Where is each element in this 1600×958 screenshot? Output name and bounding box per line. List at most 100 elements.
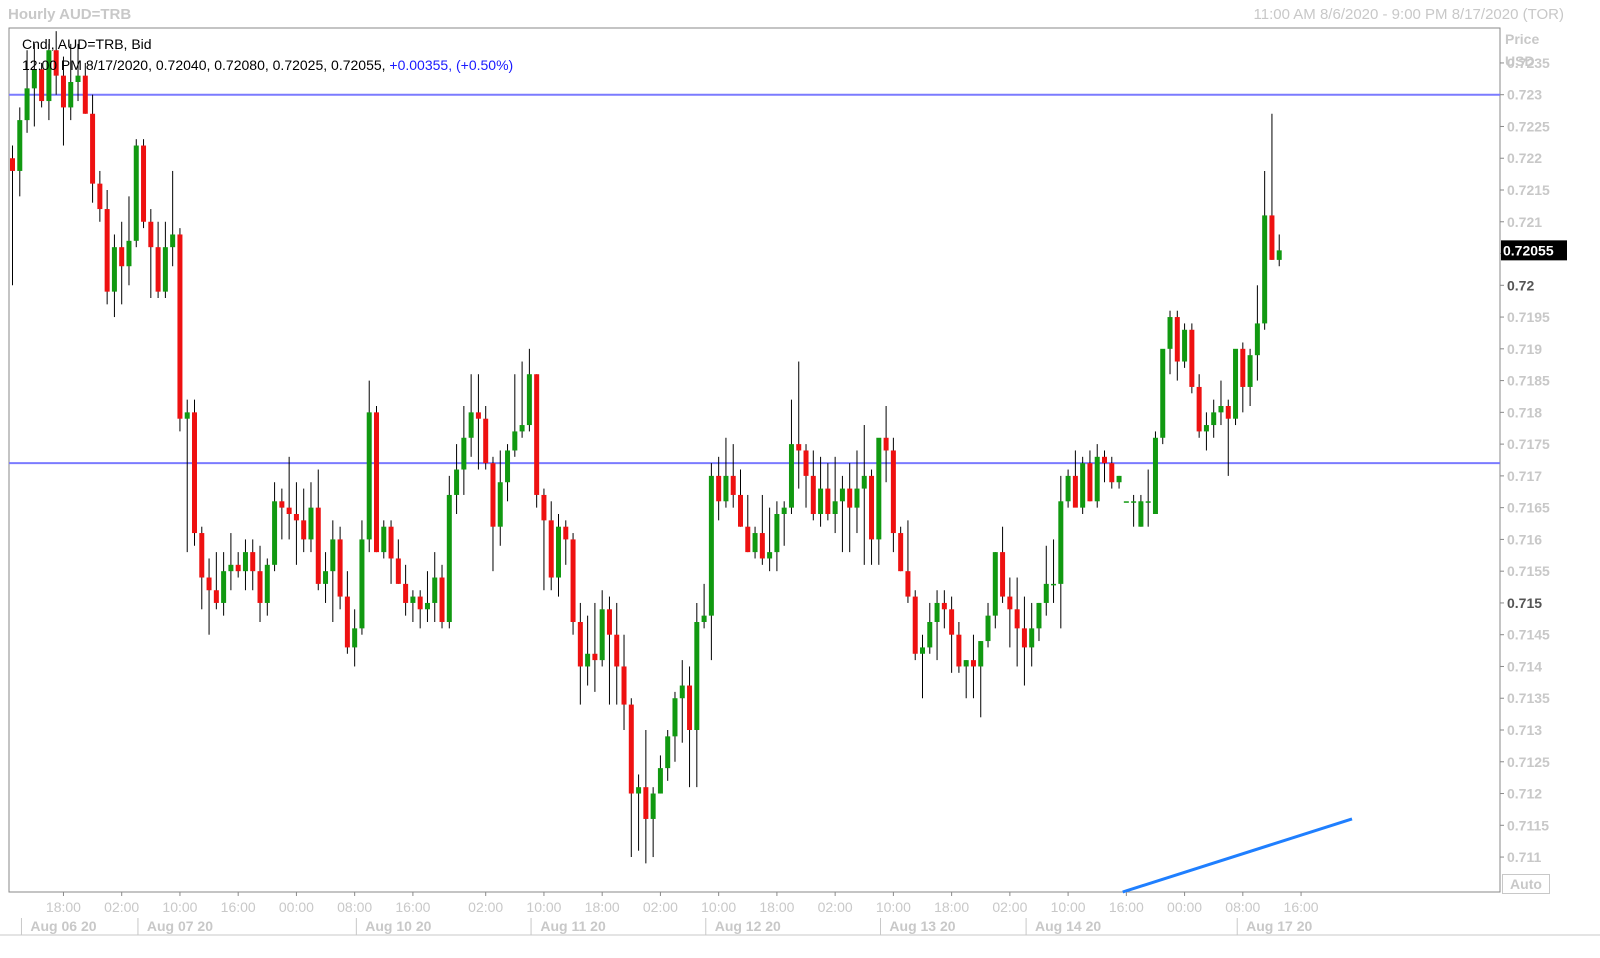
date-label: Aug 14 20: [1035, 918, 1101, 934]
candle-body-down: [344, 596, 350, 648]
candle-body-up: [985, 615, 991, 642]
candle-body-down: [628, 704, 634, 794]
price-tick-label: 0.7195: [1507, 309, 1550, 325]
candle-body-down: [803, 450, 809, 476]
time-tick-label: 08:00: [1225, 899, 1260, 915]
candle-body-down: [548, 520, 554, 578]
time-tick-label: 02:00: [643, 899, 678, 915]
candle-body-down: [403, 583, 409, 603]
price-tick-label: 0.7135: [1507, 690, 1550, 706]
candle-body-down: [905, 571, 911, 597]
candle-body-down: [570, 539, 576, 622]
candle-body-up: [111, 247, 117, 292]
candle-body-down: [847, 488, 853, 508]
candle-body-up: [708, 475, 714, 616]
candle-body-up: [1065, 475, 1071, 502]
candle-body-down: [687, 685, 693, 730]
candle-body-down: [293, 514, 299, 521]
time-tick-label: 02:00: [818, 899, 853, 915]
time-tick-label: 16:00: [1109, 899, 1144, 915]
candle-body-down: [213, 590, 219, 603]
price-tick-label: 0.713: [1507, 722, 1542, 738]
candle-body-down: [395, 558, 401, 584]
candle-body-up: [1218, 406, 1224, 413]
candle-body-up: [1131, 501, 1137, 503]
price-tick-label: 0.716: [1507, 531, 1542, 547]
candle-body-up: [184, 412, 190, 419]
candle-body-down: [890, 450, 896, 534]
candle-body-up: [920, 647, 925, 654]
candle-body-up: [585, 653, 591, 667]
time-tick-label: 00:00: [1167, 899, 1202, 915]
candle-body-up: [24, 88, 30, 121]
candle-body-up: [978, 641, 984, 667]
candle-body-down: [1014, 609, 1020, 629]
candle-body-down: [1021, 628, 1027, 648]
candle-body-up: [701, 615, 707, 622]
candle-body-down: [388, 526, 394, 559]
candle-body-up: [665, 736, 671, 769]
date-label: Aug 11 20: [540, 918, 606, 934]
candle-body-up: [1080, 463, 1086, 508]
candle-body-up: [752, 533, 758, 553]
candle-body-up: [1152, 437, 1158, 514]
candle-body-down: [279, 501, 285, 508]
candle-body-down: [475, 412, 481, 419]
change-percent: (+0.50%): [455, 57, 514, 73]
candle-body-down: [257, 571, 263, 603]
candle-body-down: [90, 113, 96, 184]
price-tick-label: 0.723: [1507, 87, 1542, 103]
price-tick-label: 0.7165: [1507, 500, 1550, 516]
candle-body-up: [723, 475, 729, 502]
candle-body-up: [963, 660, 969, 667]
price-tick-label: 0.711: [1507, 849, 1541, 865]
candle-body-down: [1000, 552, 1006, 597]
candle-body-up: [1211, 412, 1217, 426]
time-tick-label: 10:00: [876, 899, 911, 915]
candle-body-down: [1196, 386, 1202, 432]
candle-body-up: [679, 685, 685, 699]
candle-body-up: [17, 120, 23, 171]
candle-body-down: [60, 75, 66, 108]
candle-body-down: [614, 634, 620, 667]
candle-body-down: [1225, 406, 1231, 419]
candle-body-down: [286, 507, 292, 514]
candle-body-down: [301, 520, 307, 540]
candle-body-up: [1043, 583, 1049, 603]
price-tick-label: 0.719: [1507, 341, 1542, 357]
time-tick-label: 10:00: [701, 899, 736, 915]
candle-body-up: [454, 469, 460, 495]
candle-body-down: [250, 552, 256, 572]
time-tick-label: 08:00: [337, 899, 372, 915]
candle-body-up: [861, 475, 867, 489]
time-tick-label: 10:00: [162, 899, 197, 915]
time-tick-label: 02:00: [468, 899, 503, 915]
candle-body-up: [221, 571, 227, 603]
candle-body-up: [1145, 501, 1151, 503]
candle-body-up: [323, 571, 329, 584]
time-tick-label: 18:00: [934, 899, 969, 915]
chart-title: Hourly AUD=TRB: [8, 6, 132, 23]
candle-body-up: [1123, 501, 1129, 503]
candle-body-up: [468, 412, 474, 438]
candle-body-up: [992, 552, 998, 616]
candle-body-up: [1262, 215, 1268, 324]
time-tick-label: 02:00: [104, 899, 139, 915]
candle-body-up: [162, 247, 168, 292]
candle-body-down: [643, 787, 649, 819]
candle-body-up: [876, 437, 882, 540]
candle-body-up: [1138, 501, 1144, 527]
currency-label: USD: [1505, 53, 1535, 69]
ohlc-readout: 12:00 PM 8/17/2020, 0.72040, 0.72080, 0.…: [22, 57, 513, 73]
candle-body-up: [1254, 323, 1260, 356]
candle-body-up: [272, 501, 278, 565]
candle-body-up: [359, 539, 365, 629]
candle-body-down: [39, 69, 45, 102]
candle-body-up: [774, 514, 780, 553]
candle-body-up: [352, 628, 358, 648]
auto-scale-button[interactable]: Auto: [1502, 874, 1550, 894]
candle-body-down: [716, 475, 722, 502]
candle-body-up: [934, 602, 940, 622]
candle-body-down: [235, 564, 241, 572]
candle-body-up: [75, 75, 81, 82]
